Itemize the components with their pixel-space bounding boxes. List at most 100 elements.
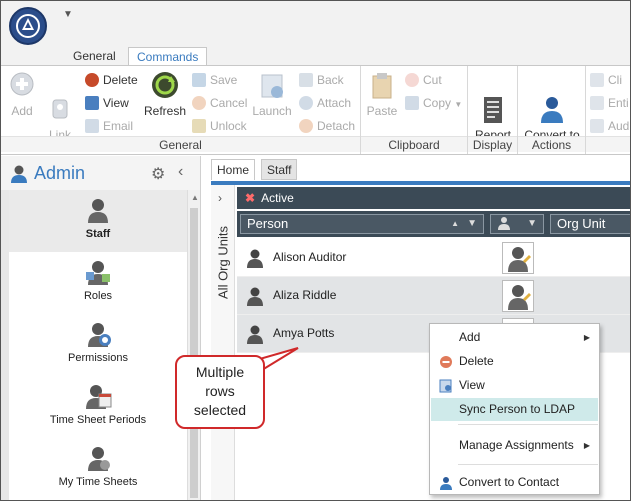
- view-button[interactable]: View: [85, 93, 129, 113]
- admin-panel-scrollbar[interactable]: ▲: [187, 190, 200, 500]
- paste-button[interactable]: Paste: [365, 70, 399, 117]
- tab-home[interactable]: Home: [211, 159, 256, 180]
- filter-funnel-icon[interactable]: ▼: [467, 215, 477, 233]
- menu-item-sync-ldap[interactable]: Sync Person to LDAP: [431, 398, 598, 421]
- group-label-display: Display: [468, 136, 517, 152]
- nav-item-roles[interactable]: Roles: [9, 252, 187, 314]
- unlock-button[interactable]: Unlock: [192, 116, 247, 136]
- view-icon: [439, 378, 453, 393]
- refresh-button[interactable]: Refresh: [143, 70, 187, 117]
- person-name: Alison Auditor: [273, 250, 347, 264]
- report-icon: [478, 82, 508, 123]
- menu-separator: [458, 464, 598, 465]
- menu-item-convert-to-contact[interactable]: Convert to Contact: [431, 471, 598, 494]
- nav-item-time-sheet-periods[interactable]: Time Sheet Periods: [9, 376, 187, 438]
- app-window: ▼ General Commands Add Link To Delete: [0, 0, 631, 501]
- email-icon: [85, 119, 99, 133]
- menu-item-delete[interactable]: Delete: [431, 350, 598, 373]
- copy-dropdown-icon: ▼: [454, 100, 463, 109]
- context-menu: Add ▶ Delete View Sync Person to LDAP Ma…: [429, 323, 600, 495]
- org-units-strip[interactable]: › All Org Units: [211, 185, 235, 500]
- filter-label: Active: [261, 191, 294, 205]
- nav-item-my-time-sheets[interactable]: My Time Sheets: [9, 438, 187, 500]
- save-icon: [192, 73, 206, 87]
- ribbon-group-display: Report Mode Display: [468, 66, 518, 154]
- admin-panel-strip: [1, 190, 9, 500]
- column-header-person[interactable]: Person ▲ ▼: [237, 211, 487, 237]
- menu-item-manage-assignments[interactable]: Manage Assignments ▶: [431, 434, 598, 457]
- gear-icon[interactable]: ⚙: [151, 164, 165, 184]
- cancel-button[interactable]: Cancel: [192, 93, 247, 113]
- delete-button[interactable]: Delete: [85, 70, 138, 90]
- scrollbar-thumb[interactable]: [190, 208, 198, 498]
- permissions-icon: [84, 320, 112, 348]
- save-button[interactable]: Save: [192, 70, 237, 90]
- person-icon: [245, 286, 265, 306]
- audit-icon: [590, 119, 604, 133]
- detach-button[interactable]: Detach: [299, 116, 355, 136]
- tab-staff[interactable]: Staff: [261, 159, 298, 180]
- staff-icon: [84, 196, 112, 224]
- collapse-panel-icon[interactable]: ‹: [178, 163, 183, 181]
- table-row[interactable]: Aliza Riddle: [237, 277, 630, 315]
- copy-icon: [405, 96, 419, 110]
- aud-button[interactable]: Aud: [590, 116, 629, 136]
- view-icon: [85, 96, 99, 110]
- app-logo-icon[interactable]: [9, 7, 47, 45]
- expand-chevron-icon[interactable]: ›: [218, 191, 222, 205]
- attach-button[interactable]: Attach: [299, 93, 351, 113]
- filter-funnel-icon[interactable]: ▼: [527, 215, 537, 233]
- copy-button[interactable]: Copy ▼: [405, 93, 462, 113]
- multiple-rows-callout: Multiple rows selected: [175, 355, 265, 429]
- ribbon-group-clipboard: Paste Cut Copy ▼ Clipboard: [361, 66, 468, 154]
- photo-column-icon: [497, 216, 511, 231]
- scissors-icon: [405, 73, 419, 87]
- person-name: Amya Potts: [273, 326, 335, 340]
- all-org-units-label: All Org Units: [215, 226, 231, 299]
- link-icon: [45, 82, 75, 119]
- cli-button[interactable]: Cli: [590, 70, 622, 90]
- delete-icon: [85, 73, 99, 87]
- tab-commands[interactable]: Commands: [128, 47, 208, 67]
- admin-panel: Admin ⚙ ‹ Staff Roles Permissions Time S…: [1, 156, 201, 500]
- ribbon-group-actions: Convert to Contact Actions: [518, 66, 586, 154]
- menu-item-view[interactable]: View: [431, 374, 598, 397]
- active-filter-bar: ✖ Active: [237, 187, 630, 209]
- group-label-general: General: [1, 136, 360, 152]
- paste-icon: [367, 70, 397, 102]
- launch-icon: [257, 70, 287, 102]
- back-button[interactable]: Back: [299, 70, 344, 90]
- back-icon: [299, 73, 313, 87]
- tab-general[interactable]: General: [65, 47, 124, 67]
- quick-access-dropdown-icon[interactable]: ▼: [63, 9, 73, 20]
- table-row[interactable]: Alison Auditor: [237, 239, 630, 277]
- roles-icon: [84, 258, 112, 286]
- client-icon: [590, 73, 604, 87]
- add-button[interactable]: Add: [7, 70, 37, 117]
- launch-button[interactable]: Launch: [252, 70, 292, 117]
- ribbon-group-general: Add Link To Delete View Email Re: [1, 66, 361, 154]
- ribbon: Add Link To Delete View Email Re: [1, 65, 630, 155]
- email-button[interactable]: Email: [85, 116, 133, 136]
- clear-filter-icon[interactable]: ✖: [245, 191, 255, 205]
- time-sheet-icon: [84, 444, 112, 472]
- column-header-org-unit[interactable]: Org Unit: [547, 211, 630, 237]
- nav-item-permissions[interactable]: Permissions: [9, 314, 187, 376]
- cancel-icon: [192, 96, 206, 110]
- entity-icon: [590, 96, 604, 110]
- menu-item-add[interactable]: Add ▶: [431, 326, 598, 349]
- person-icon: [245, 248, 265, 268]
- calendar-icon: [84, 382, 112, 410]
- refresh-icon: [150, 70, 180, 102]
- person-icon: [245, 324, 265, 344]
- sort-asc-icon[interactable]: ▲: [451, 215, 459, 233]
- submenu-arrow-icon: ▶: [583, 441, 590, 450]
- enti-button[interactable]: Enti: [590, 93, 629, 113]
- scroll-up-icon[interactable]: ▲: [191, 193, 199, 202]
- ribbon-tab-bar: General Commands: [1, 47, 630, 67]
- admin-panel-title: Admin: [34, 163, 86, 183]
- attach-icon: [299, 96, 313, 110]
- column-header-photo[interactable]: ▼: [487, 211, 547, 237]
- cut-button[interactable]: Cut: [405, 70, 442, 90]
- nav-item-staff[interactable]: Staff: [9, 190, 187, 252]
